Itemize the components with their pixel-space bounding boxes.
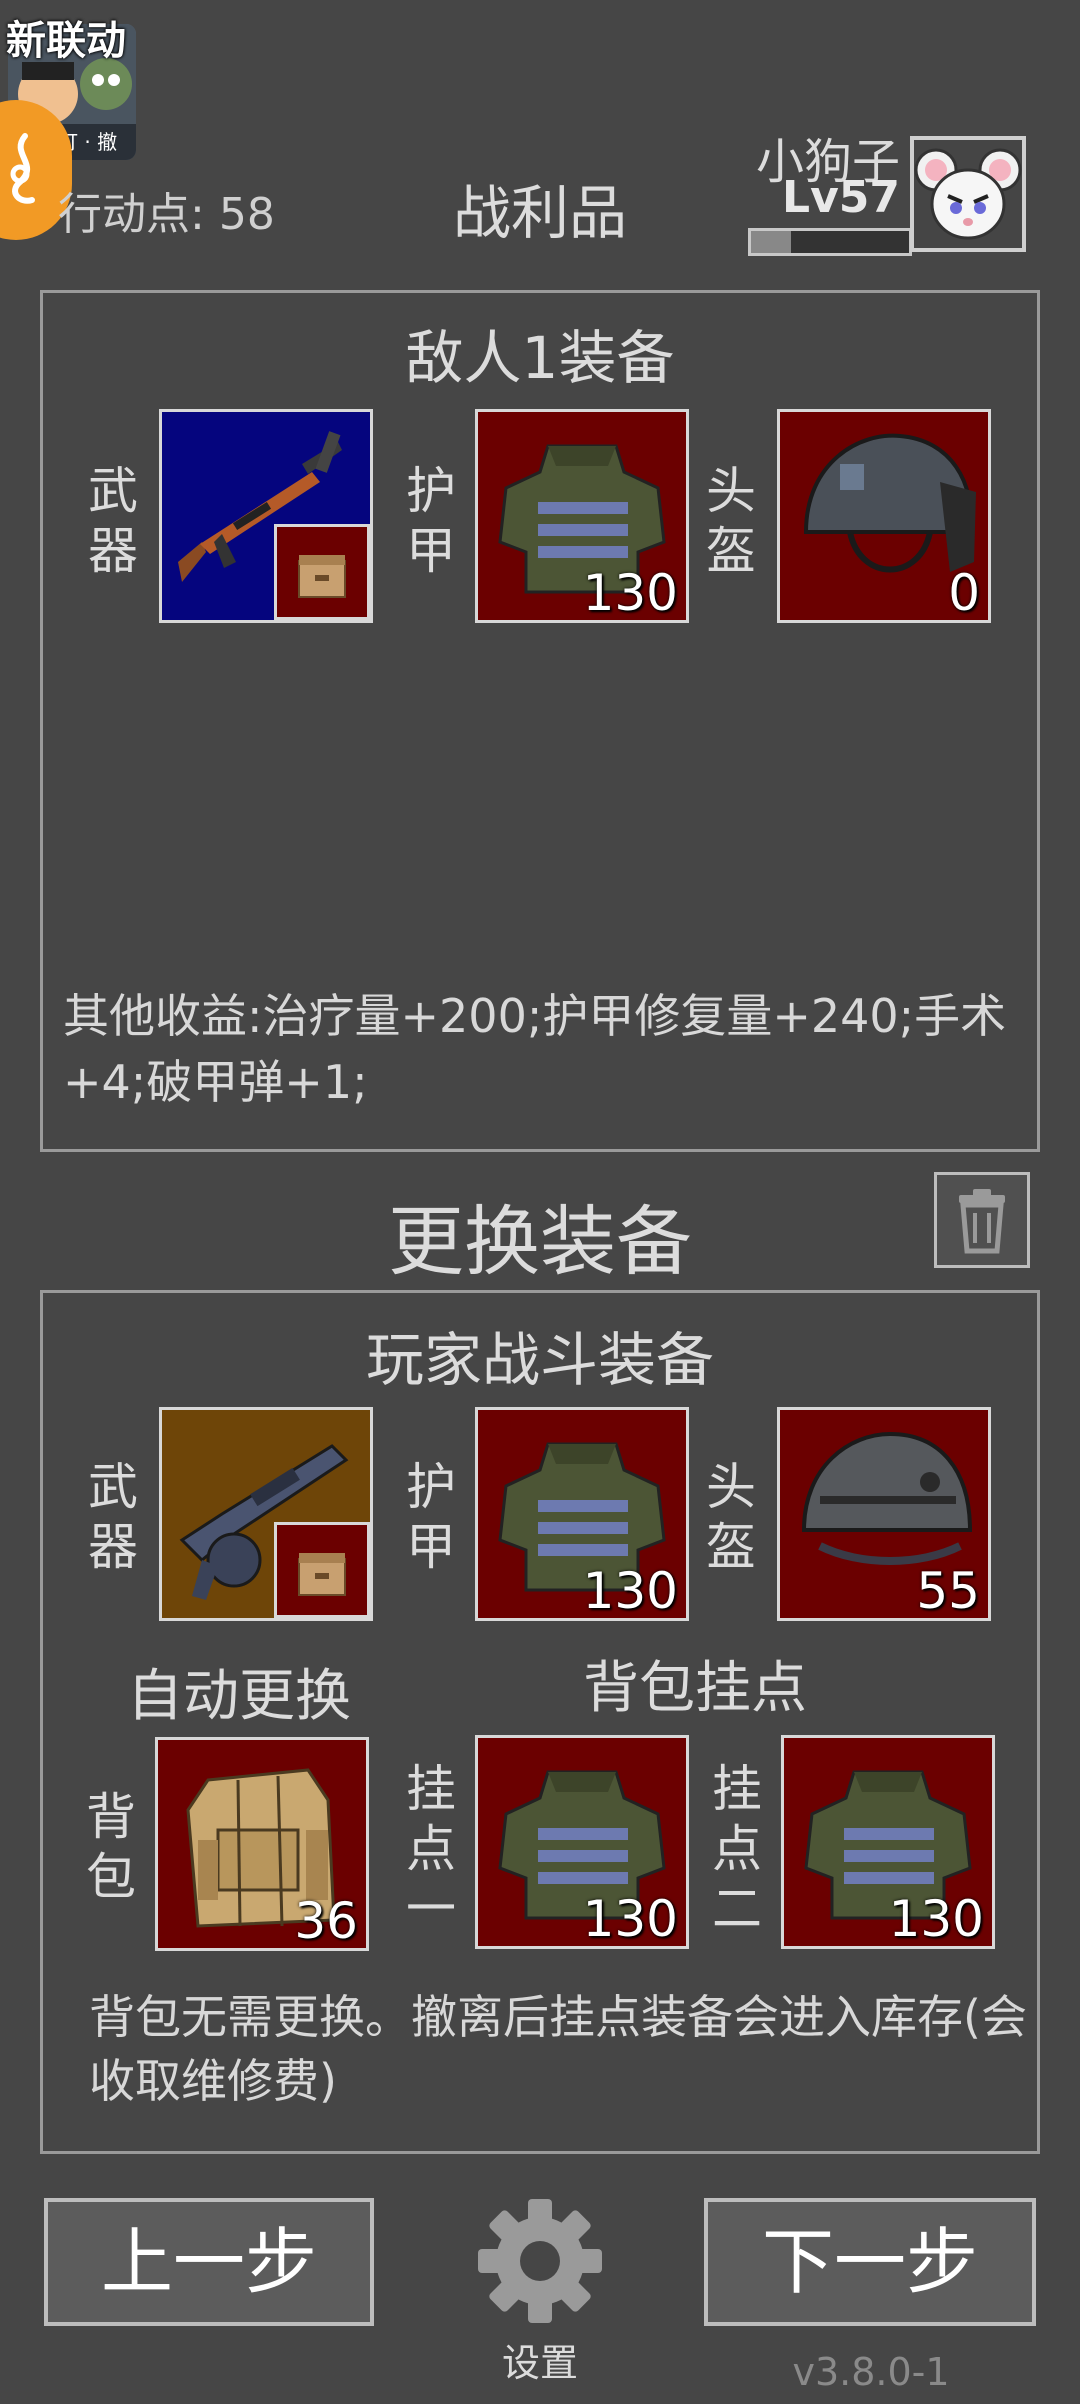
collab-badge-label: 新联动	[6, 18, 126, 64]
enemy-weapon-label: 武器	[88, 462, 138, 580]
enemy-armor-slot[interactable]: 130	[475, 409, 689, 623]
enemy-panel-title: 敌人1装备	[405, 324, 675, 392]
enemy-weapon-slot[interactable]	[159, 409, 373, 623]
player-helmet-durability: 55	[916, 1562, 980, 1620]
mount-one-durability: 130	[582, 1890, 678, 1948]
gear-icon	[478, 2199, 602, 2323]
enemy-helmet-durability: 0	[948, 564, 980, 622]
mount-one-slot[interactable]: 130	[475, 1735, 689, 1949]
enemy-helmet-slot[interactable]: 0	[777, 409, 991, 623]
player-level: Lv57	[782, 172, 900, 223]
player-helmet-slot[interactable]: 55	[777, 1407, 991, 1621]
backpack-slot[interactable]: 36	[155, 1737, 369, 1951]
enemy-armor-label: 护甲	[406, 462, 456, 580]
ammo-crate-icon	[298, 1553, 346, 1596]
mount-one-label: 挂点一	[406, 1760, 456, 1938]
settings-label: 设置	[501, 2341, 578, 2385]
player-armor-slot[interactable]: 130	[475, 1407, 689, 1621]
player-weapon-label: 武器	[88, 1458, 138, 1576]
player-armor-label: 护甲	[406, 1458, 456, 1576]
backpack-capacity: 36	[294, 1892, 358, 1950]
xp-bar-fill	[751, 231, 791, 253]
version-label: v3.8.0-1	[792, 2350, 950, 2394]
mount-two-durability: 130	[888, 1890, 984, 1948]
settings-button[interactable]: 设置	[470, 2196, 610, 2386]
player-panel-title: 玩家战斗装备	[365, 1326, 714, 1394]
player-helmet-label: 头盔	[706, 1458, 756, 1576]
player-weapon-ammo-box	[274, 1522, 370, 1618]
auto-replace-label[interactable]: 自动更换	[127, 1651, 351, 1732]
enemy-weapon-ammo-box	[274, 524, 370, 620]
enemy-armor-durability: 130	[582, 564, 678, 622]
player-weapon-slot[interactable]	[159, 1407, 373, 1621]
backpack-label: 背包	[86, 1788, 136, 1906]
trash-icon	[959, 1189, 1005, 1254]
backpack-mount-title: 背包挂点	[583, 1656, 807, 1721]
enemy-helmet-label: 头盔	[706, 462, 756, 580]
ammo-crate-icon	[298, 555, 346, 598]
mount-two-slot[interactable]: 130	[781, 1735, 995, 1949]
mount-two-label: 挂点二	[712, 1760, 762, 1938]
player-avatar[interactable]	[910, 136, 1026, 252]
change-equipment-title: 更换装备	[388, 1197, 692, 1286]
enemy-equipment-panel: 敌人1装备 武器 护甲 130 头盔 0 其他收益:治疗量+200;护甲修复量+…	[40, 290, 1040, 1152]
backpack-note-text: 背包无需更换。撤离后挂点装备会进入库存(会收取维修费)	[89, 1990, 1027, 2108]
mouse-avatar-icon	[914, 148, 1022, 240]
next-step-button[interactable]: 下一步	[704, 2198, 1036, 2326]
xp-bar	[748, 228, 912, 256]
player-armor-durability: 130	[582, 1562, 678, 1620]
prev-step-button[interactable]: 上一步	[44, 2198, 374, 2326]
other-gains-text: 其他收益:治疗量+200;护甲修复量+240;手术+4;破甲弹+1;	[63, 989, 1007, 1109]
trash-button[interactable]	[934, 1172, 1030, 1268]
player-equipment-panel: 玩家战斗装备 武器 护甲 130 头盔 55 自动更换 背包挂点 背包 36 挂…	[40, 1290, 1040, 2154]
